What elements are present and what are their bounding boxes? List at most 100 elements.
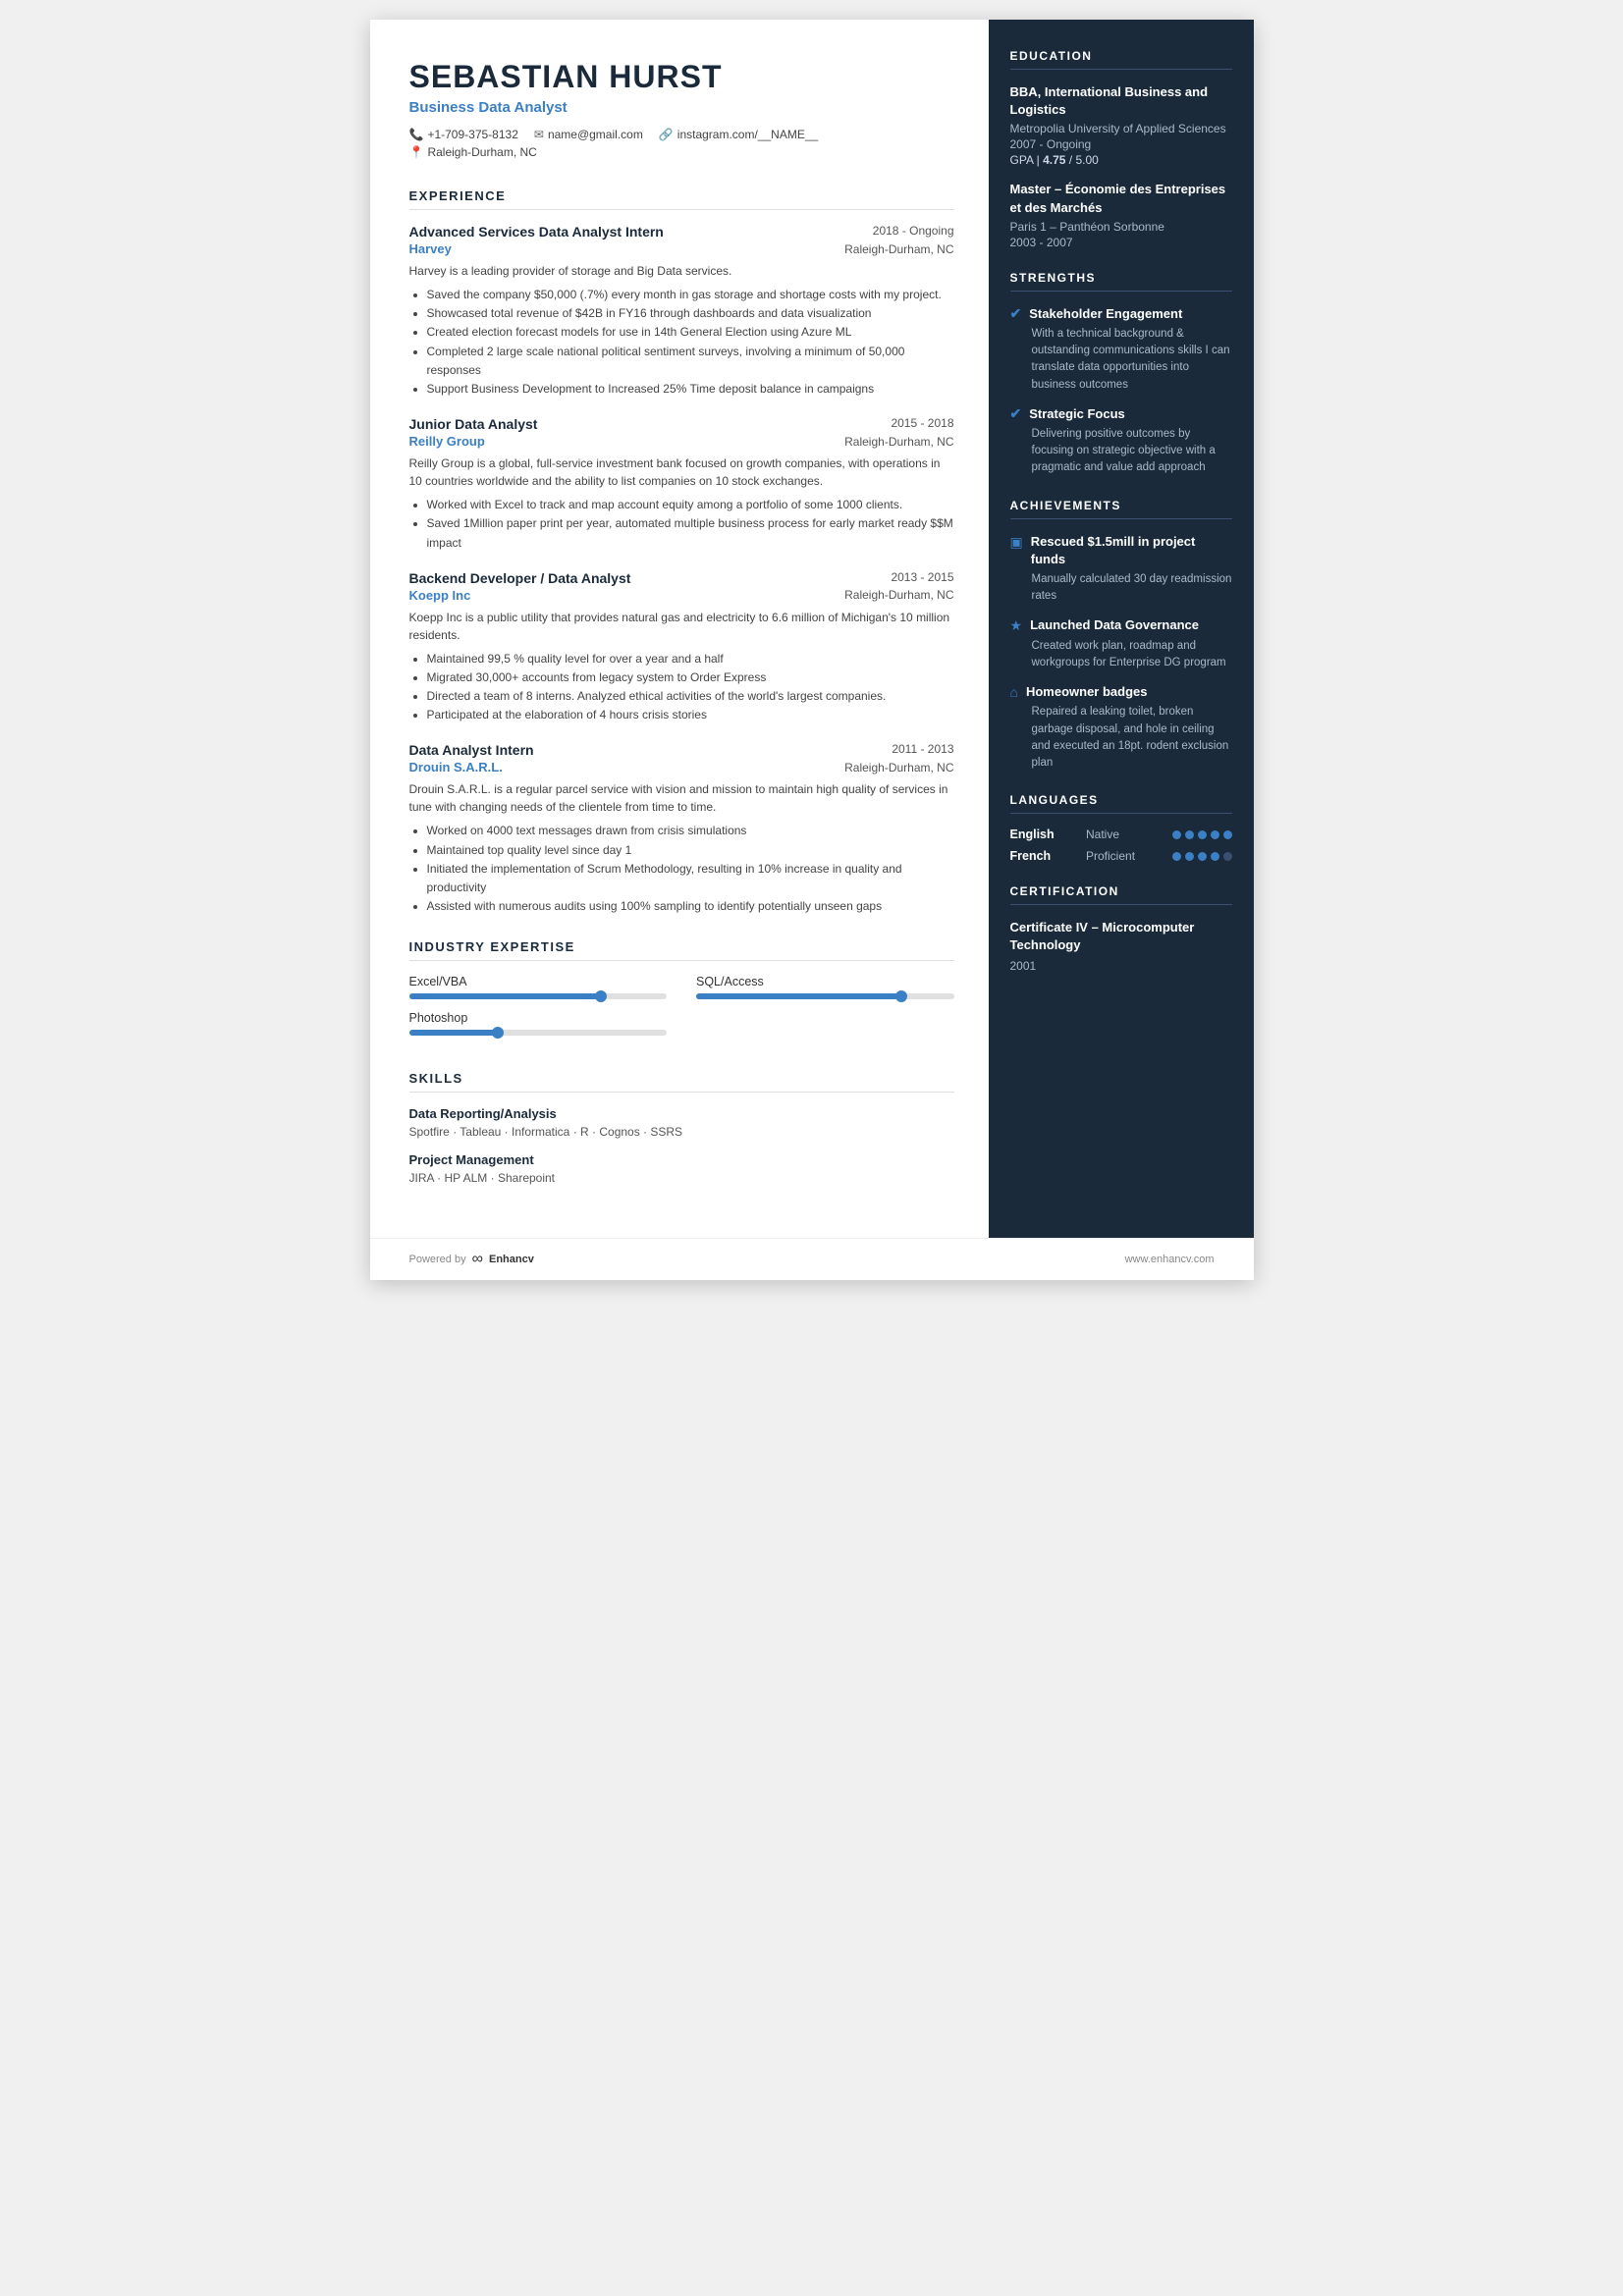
exp-header: Backend Developer / Data Analyst 2013 - … bbox=[409, 570, 954, 586]
exp-bullets: Saved the company $50,000 (.7%) every mo… bbox=[409, 286, 954, 399]
lang-dots bbox=[1172, 852, 1232, 861]
expertise-fill bbox=[409, 1030, 500, 1036]
home-icon: ⌂ bbox=[1010, 684, 1018, 700]
skills-list: Data Reporting/Analysis Spotfire · Table… bbox=[409, 1106, 954, 1185]
education-entry-1: Master – Économie des Entreprises et des… bbox=[1010, 181, 1232, 248]
languages-section-title: LANGUAGES bbox=[1010, 793, 1232, 814]
exp-company-row: Drouin S.A.R.L. Raleigh-Durham, NC bbox=[409, 760, 954, 774]
expertise-label: SQL/Access bbox=[696, 975, 954, 988]
exp-desc: Drouin S.A.R.L. is a regular parcel serv… bbox=[409, 780, 954, 816]
exp-title: Advanced Services Data Analyst Intern bbox=[409, 224, 664, 240]
exp-company: Reilly Group bbox=[409, 434, 485, 449]
star-icon: ★ bbox=[1010, 617, 1023, 634]
achievements-section-title: ACHIEVEMENTS bbox=[1010, 499, 1232, 519]
email-contact: ✉ name@gmail.com bbox=[534, 128, 643, 141]
exp-title: Junior Data Analyst bbox=[409, 416, 538, 432]
lang-dots bbox=[1172, 830, 1232, 839]
achievement-title: Rescued $1.5mill in project funds bbox=[1031, 533, 1232, 568]
footer-website: www.enhancv.com bbox=[1125, 1254, 1215, 1265]
exp-header: Data Analyst Intern 2011 - 2013 bbox=[409, 742, 954, 758]
edu-school: Metropolia University of Applied Science… bbox=[1010, 122, 1232, 135]
expertise-track bbox=[409, 993, 668, 999]
bullet-item: Maintained 99,5 % quality level for over… bbox=[427, 650, 954, 668]
job-title: Business Data Analyst bbox=[409, 99, 954, 116]
skill-category-title: Data Reporting/Analysis bbox=[409, 1106, 954, 1121]
exp-company-row: Koepp Inc Raleigh-Durham, NC bbox=[409, 588, 954, 603]
strength-item-0: ✔ Stakeholder Engagement With a technica… bbox=[1010, 305, 1232, 394]
edu-degree: Master – Économie des Entreprises et des… bbox=[1010, 181, 1232, 216]
skills-section-title: SKILLS bbox=[409, 1071, 954, 1093]
achievement-desc: Created work plan, roadmap and workgroup… bbox=[1010, 638, 1232, 672]
instagram-icon: 🔗 bbox=[659, 128, 674, 141]
edu-year: 2007 - Ongoing bbox=[1010, 137, 1232, 151]
achievement-header: ⌂ Homeowner badges bbox=[1010, 683, 1232, 701]
exp-company: Koepp Inc bbox=[409, 588, 471, 603]
certification-entry: Certificate IV – Microcomputer Technolog… bbox=[1010, 919, 1232, 972]
right-column: EDUCATION BBA, International Business an… bbox=[989, 20, 1254, 1238]
phone-number: +1-709-375-8132 bbox=[427, 128, 517, 141]
experience-entry-0: Advanced Services Data Analyst Intern 20… bbox=[409, 224, 954, 399]
expertise-item-2: Photoshop bbox=[409, 1011, 668, 1036]
achievement-header: ▣ Rescued $1.5mill in project funds bbox=[1010, 533, 1232, 568]
monitor-icon: ▣ bbox=[1010, 534, 1023, 551]
exp-title: Backend Developer / Data Analyst bbox=[409, 570, 631, 586]
experience-entry-2: Backend Developer / Data Analyst 2013 - … bbox=[409, 570, 954, 725]
skill-items: Spotfire · Tableau · Informatica · R · C… bbox=[409, 1125, 954, 1139]
footer: Powered by ∞ Enhancv www.enhancv.com bbox=[370, 1238, 1254, 1280]
exp-title: Data Analyst Intern bbox=[409, 742, 534, 758]
bullet-item: Initiated the implementation of Scrum Me… bbox=[427, 860, 954, 897]
exp-desc: Harvey is a leading provider of storage … bbox=[409, 262, 954, 280]
location: Raleigh-Durham, NC bbox=[427, 145, 536, 159]
exp-bullets: Worked with Excel to track and map accou… bbox=[409, 496, 954, 553]
strengths-list: ✔ Stakeholder Engagement With a technica… bbox=[1010, 305, 1232, 477]
exp-company-row: Reilly Group Raleigh-Durham, NC bbox=[409, 434, 954, 449]
strength-desc: With a technical background & outstandin… bbox=[1010, 326, 1232, 394]
strengths-section-title: STRENGTHS bbox=[1010, 271, 1232, 292]
cert-year: 2001 bbox=[1010, 959, 1232, 973]
bullet-item: Created election forecast models for use… bbox=[427, 323, 954, 342]
strength-desc: Delivering positive outcomes by focusing… bbox=[1010, 426, 1232, 477]
bullet-item: Saved the company $50,000 (.7%) every mo… bbox=[427, 286, 954, 304]
achievement-title: Launched Data Governance bbox=[1030, 616, 1199, 634]
expertise-fill bbox=[409, 993, 603, 999]
lang-level: Proficient bbox=[1086, 849, 1155, 863]
bullet-item: Support Business Development to Increase… bbox=[427, 380, 954, 399]
certification-section-title: CERTIFICATION bbox=[1010, 884, 1232, 905]
email-address: name@gmail.com bbox=[548, 128, 643, 141]
experience-entry-3: Data Analyst Intern 2011 - 2013 Drouin S… bbox=[409, 742, 954, 916]
strength-item-1: ✔ Strategic Focus Delivering positive ou… bbox=[1010, 405, 1232, 477]
language-row-0: English Native bbox=[1010, 828, 1232, 841]
exp-header: Advanced Services Data Analyst Intern 20… bbox=[409, 224, 954, 240]
education-section-title: EDUCATION bbox=[1010, 49, 1232, 70]
exp-date: 2011 - 2013 bbox=[892, 742, 953, 756]
experience-entry-1: Junior Data Analyst 2015 - 2018 Reilly G… bbox=[409, 416, 954, 553]
lang-dot bbox=[1211, 830, 1219, 839]
bullet-item: Maintained top quality level since day 1 bbox=[427, 841, 954, 860]
expertise-grid: Excel/VBA SQL/Access Photoshop bbox=[409, 975, 954, 1047]
location-row: 📍 Raleigh-Durham, NC bbox=[409, 145, 954, 159]
instagram-handle: instagram.com/__NAME__ bbox=[677, 128, 818, 141]
bullet-item: Assisted with numerous audits using 100%… bbox=[427, 897, 954, 916]
achievement-desc: Repaired a leaking toilet, broken garbag… bbox=[1010, 704, 1232, 772]
edu-year: 2003 - 2007 bbox=[1010, 236, 1232, 249]
exp-company: Harvey bbox=[409, 241, 452, 256]
skill-category-title: Project Management bbox=[409, 1152, 954, 1167]
experience-section-title: EXPERIENCE bbox=[409, 188, 954, 210]
lang-dot bbox=[1223, 830, 1232, 839]
achievement-desc: Manually calculated 30 day readmission r… bbox=[1010, 571, 1232, 606]
expertise-track bbox=[696, 993, 954, 999]
exp-bullets: Maintained 99,5 % quality level for over… bbox=[409, 650, 954, 725]
location-icon: 📍 bbox=[409, 145, 424, 159]
education-entry-0: BBA, International Business and Logistic… bbox=[1010, 83, 1232, 167]
experience-list: Advanced Services Data Analyst Intern 20… bbox=[409, 224, 954, 916]
footer-logo: Powered by ∞ Enhancv bbox=[409, 1251, 534, 1268]
lang-dot bbox=[1185, 852, 1194, 861]
strength-title: Stakeholder Engagement bbox=[1029, 306, 1182, 321]
bullet-item: Directed a team of 8 interns. Analyzed e… bbox=[427, 687, 954, 706]
exp-header: Junior Data Analyst 2015 - 2018 bbox=[409, 416, 954, 432]
exp-desc: Koepp Inc is a public utility that provi… bbox=[409, 609, 954, 644]
edu-degree: BBA, International Business and Logistic… bbox=[1010, 83, 1232, 119]
bullet-item: Completed 2 large scale national politic… bbox=[427, 343, 954, 380]
lang-dot bbox=[1211, 852, 1219, 861]
education-list: BBA, International Business and Logistic… bbox=[1010, 83, 1232, 249]
